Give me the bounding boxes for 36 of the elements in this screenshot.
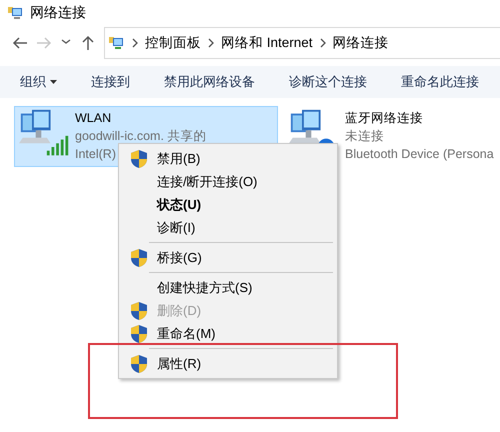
connection-detail: Intel(R) xyxy=(75,146,116,163)
toolbar-button[interactable]: 重命名此连接 xyxy=(401,73,479,91)
menu-item[interactable]: 创建快捷方式(S) xyxy=(119,276,337,299)
chevron-right-icon[interactable] xyxy=(318,38,327,48)
menu-item[interactable]: 重命名(M) xyxy=(119,322,337,345)
address-bar[interactable]: 控制面板 网络和 Internet 网络连接 xyxy=(104,27,500,59)
toolbar-button[interactable]: 禁用此网络设备 xyxy=(164,73,255,91)
toolbar-button[interactable]: 诊断这个连接 xyxy=(289,73,367,91)
menu-item[interactable]: 桥接(G) xyxy=(119,246,337,269)
connection-detail: Bluetooth Device (Persona xyxy=(345,146,494,163)
connection-name: WLAN xyxy=(75,110,112,127)
shield-icon xyxy=(129,300,149,320)
menu-item[interactable]: 连接/断开连接(O) xyxy=(119,170,337,193)
menu-item[interactable]: 诊断(I) xyxy=(119,216,337,239)
shield-icon xyxy=(129,248,149,268)
menu-item[interactable]: 状态(U) xyxy=(119,193,337,216)
shield-icon xyxy=(129,354,149,374)
connection-name: 蓝牙网络连接 xyxy=(345,110,423,127)
breadcrumb[interactable]: 网络连接 xyxy=(332,34,389,52)
back-arrow-icon[interactable] xyxy=(12,35,28,51)
window-title: 网络连接 xyxy=(30,4,86,22)
breadcrumb[interactable]: 控制面板 xyxy=(145,34,201,52)
connection-detail: 未连接 xyxy=(345,128,384,145)
toolbar-button[interactable]: 连接到 xyxy=(91,73,130,91)
chevron-right-icon[interactable] xyxy=(207,38,215,48)
menu-item[interactable]: 属性(R) xyxy=(119,352,337,375)
up-arrow-icon[interactable] xyxy=(80,35,96,51)
network-computer-icon xyxy=(109,35,125,51)
breadcrumb[interactable]: 网络和 Internet xyxy=(221,34,313,52)
connection-detail: goodwill-ic.com. 共享的 xyxy=(75,128,206,145)
toolbar-button[interactable]: 组织 xyxy=(20,73,57,91)
shield-icon xyxy=(129,324,149,344)
chevron-right-icon[interactable] xyxy=(131,38,139,48)
caret-icon xyxy=(50,80,57,84)
network-computer-icon xyxy=(8,5,24,21)
shield-icon xyxy=(129,148,149,168)
